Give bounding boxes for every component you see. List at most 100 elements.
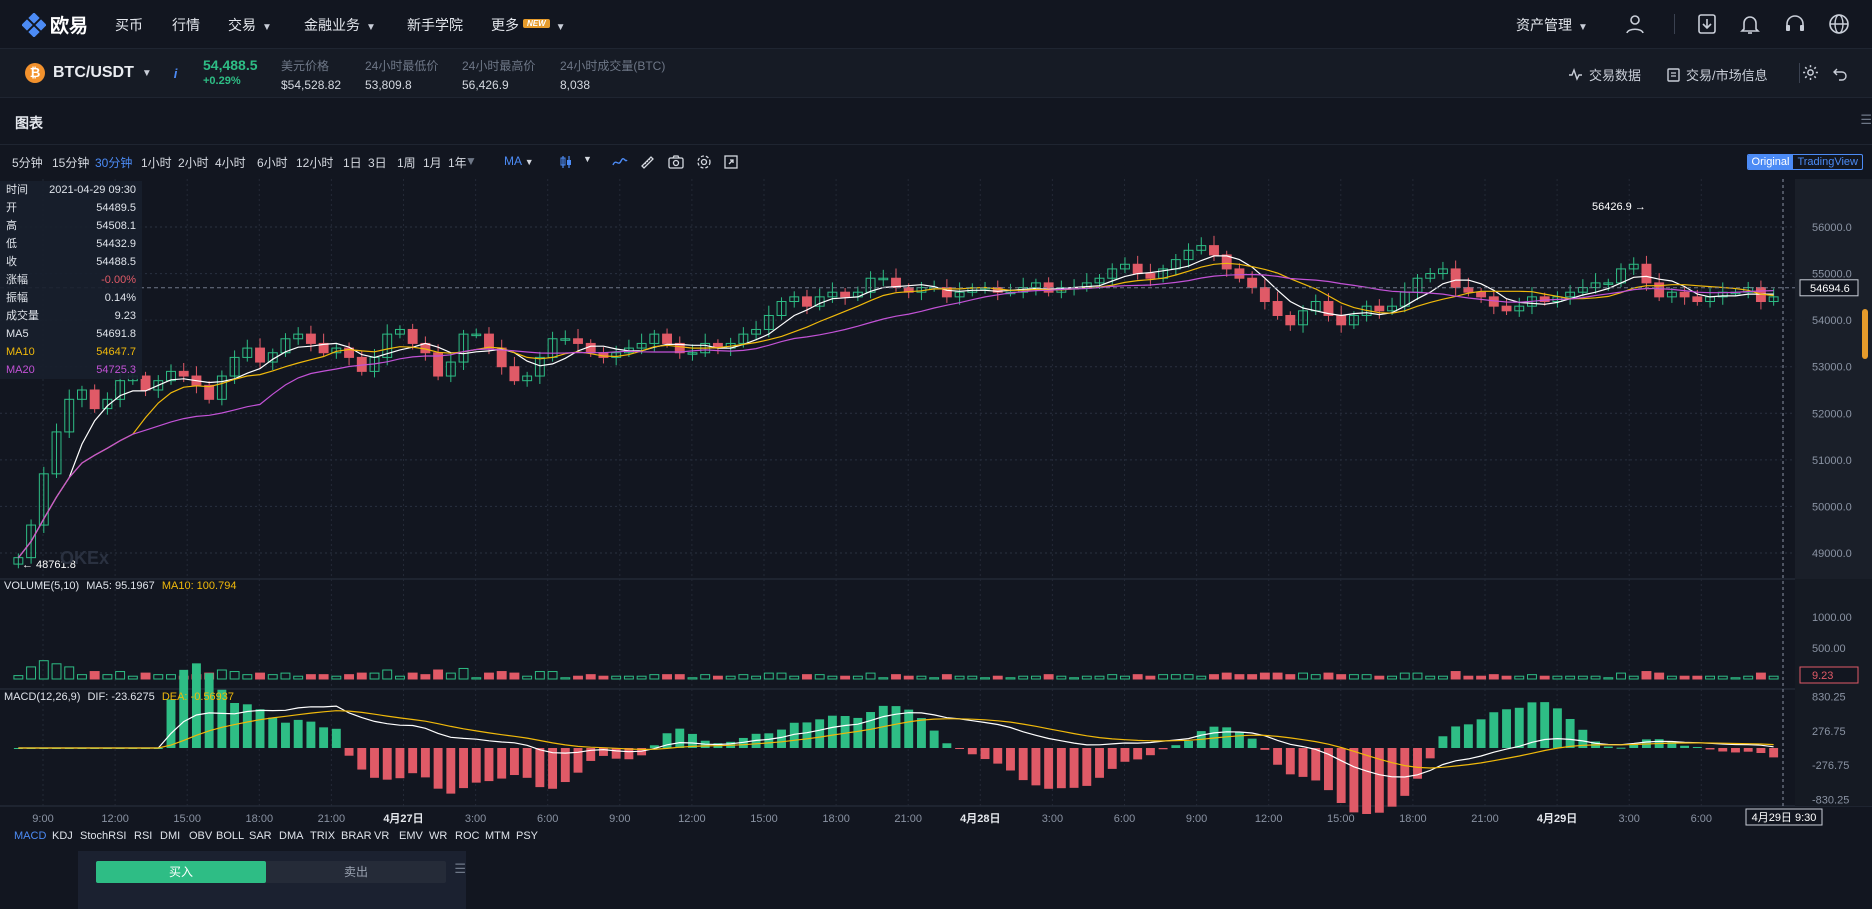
- high-24h-stat: 24小时最高价 56,426.9: [462, 57, 535, 92]
- volume-bar: [1463, 675, 1474, 680]
- user-icon[interactable]: [1624, 13, 1646, 35]
- candle-body: [1679, 291, 1690, 298]
- indicator-tab-macd[interactable]: MACD: [14, 830, 46, 842]
- timeframe-3日[interactable]: 3日: [368, 154, 387, 171]
- okex-logo[interactable]: 欧易: [22, 11, 88, 38]
- indicator-tab-obv[interactable]: OBV: [189, 830, 212, 842]
- nav-trade[interactable]: 交易 ▼: [228, 15, 272, 35]
- settings-gear-icon[interactable]: [1802, 64, 1819, 81]
- indicator-tab-vr[interactable]: VR: [374, 830, 389, 842]
- usd-price-stat: 美元价格 $54,528.82: [281, 57, 341, 92]
- bell-icon[interactable]: [1739, 13, 1761, 35]
- trading-data-link[interactable]: 交易数据: [1568, 65, 1641, 84]
- info-icon[interactable]: i: [174, 66, 178, 81]
- menu-icon[interactable]: ☰: [1860, 112, 1872, 128]
- indicator-tab-rsi[interactable]: RSI: [134, 830, 152, 842]
- volume-bar: [1743, 675, 1754, 680]
- ohlc-row: 时间 2021-04-29 09:30: [0, 181, 142, 199]
- nav-finance[interactable]: 金融业务 ▼: [304, 15, 376, 35]
- trade-panel: 买入 卖出 ☰: [78, 851, 466, 909]
- timeframe-5分钟[interactable]: 5分钟: [12, 154, 43, 171]
- macd-histogram-bar: [204, 673, 214, 748]
- candle-type-icon[interactable]: [559, 155, 573, 169]
- headset-icon[interactable]: [1784, 13, 1806, 35]
- chevron-down-icon[interactable]: ▼: [465, 154, 477, 168]
- timeframe-4小时[interactable]: 4小时: [215, 154, 246, 171]
- chevron-down-icon[interactable]: ▼: [583, 154, 592, 164]
- timeframe-12小时[interactable]: 12小时: [296, 154, 333, 171]
- timeframe-15分钟[interactable]: 15分钟: [52, 154, 89, 171]
- price-chart[interactable]: 56000.0 55000.0 54000.0 53000.0 52000.0 51000…: [0, 179, 1872, 829]
- volume-bar: [1132, 674, 1143, 680]
- indicator-select[interactable]: MA ▼: [504, 154, 534, 168]
- candle-body: [407, 328, 418, 344]
- volume-ma5: MA5: 95.1967: [86, 580, 155, 592]
- macd-histogram-bar: [1260, 748, 1270, 750]
- macd-histogram-bar: [1311, 748, 1321, 781]
- candle-body: [1692, 296, 1703, 303]
- candle-body: [1145, 273, 1156, 279]
- tradingview-button[interactable]: TradingView: [1793, 155, 1862, 169]
- pair-selector[interactable]: ₿ BTC/USDT ▼ i: [25, 63, 177, 83]
- timeframe-6小时[interactable]: 6小时: [257, 154, 288, 171]
- fullscreen-icon[interactable]: [724, 155, 738, 169]
- chart-settings-icon[interactable]: [696, 154, 712, 170]
- undo-icon[interactable]: [1832, 65, 1848, 81]
- indicator-tab-stochrsi[interactable]: StochRSI: [80, 830, 126, 842]
- price-tick-label: 56000.0: [1812, 222, 1852, 234]
- timeframe-1日[interactable]: 1日: [343, 154, 362, 171]
- nav-buy-crypto[interactable]: 买币: [115, 15, 143, 35]
- timeframe-1年[interactable]: 1年: [448, 154, 467, 171]
- globe-icon[interactable]: [1828, 13, 1850, 35]
- indicator-tab-dma[interactable]: DMA: [279, 830, 303, 842]
- indicator-tab-dmi[interactable]: DMI: [160, 830, 180, 842]
- timeframe-1小时[interactable]: 1小时: [141, 154, 172, 171]
- menu-icon[interactable]: ☰: [454, 861, 466, 877]
- volume-bar: [38, 660, 49, 680]
- indicator-tab-roc[interactable]: ROC: [455, 830, 479, 842]
- indicator-tab-wr[interactable]: WR: [429, 830, 447, 842]
- indicator-tab-mtm[interactable]: MTM: [485, 830, 510, 842]
- candle-body: [840, 291, 851, 298]
- indicator-tab-sar[interactable]: SAR: [249, 830, 272, 842]
- line-tool-icon[interactable]: [612, 156, 628, 168]
- timeframe-1月[interactable]: 1月: [423, 154, 442, 171]
- price-tick-label: 54000.0: [1812, 315, 1852, 327]
- buy-tab[interactable]: 买入: [96, 861, 266, 883]
- download-icon[interactable]: [1696, 13, 1718, 35]
- market-info-label: 交易/市场信息: [1686, 68, 1768, 83]
- timeframe-2小时[interactable]: 2小时: [178, 154, 209, 171]
- candle-body: [1259, 287, 1270, 303]
- indicator-tab-emv[interactable]: EMV: [399, 830, 423, 842]
- indicator-tab-brar[interactable]: BRAR: [341, 830, 372, 842]
- macd-histogram-bar: [891, 706, 901, 748]
- indicator-tab-trix[interactable]: TRIX: [310, 830, 335, 842]
- volume-bar: [318, 674, 329, 680]
- macd-histogram-bar: [1082, 748, 1092, 786]
- volume-bar: [1577, 675, 1588, 680]
- original-chart-button[interactable]: Original: [1747, 155, 1794, 169]
- time-tick-label: 12:00: [678, 813, 706, 825]
- volume-bar: [445, 672, 456, 680]
- document-icon: [1667, 67, 1680, 82]
- nav-academy[interactable]: 新手学院: [407, 15, 463, 35]
- timeframe-30分钟[interactable]: 30分钟: [95, 154, 132, 171]
- asset-management-menu[interactable]: 资产管理 ▼: [1516, 15, 1588, 35]
- timeframe-1周[interactable]: 1周: [397, 154, 416, 171]
- market-info-link[interactable]: 交易/市场信息: [1667, 65, 1768, 84]
- time-tick-label: 15:00: [750, 813, 778, 825]
- indicator-tab-kdj[interactable]: KDJ: [52, 830, 73, 842]
- indicator-tab-psy[interactable]: PSY: [516, 830, 538, 842]
- indicator-tab-boll[interactable]: BOLL: [216, 830, 244, 842]
- camera-icon[interactable]: [668, 155, 684, 169]
- nav-more[interactable]: 更多 NEW ▼: [491, 15, 566, 35]
- nav-markets[interactable]: 行情: [172, 15, 200, 35]
- ruler-icon[interactable]: [640, 155, 655, 170]
- ohlc-value: 54691.8: [96, 328, 136, 340]
- macd-histogram-bar: [471, 748, 481, 783]
- macd-histogram-bar: [509, 748, 519, 776]
- volume-bar: [1348, 674, 1359, 680]
- price-tick-label: 52000.0: [1812, 408, 1852, 420]
- ohlc-key: 收: [6, 256, 17, 268]
- sell-tab[interactable]: 卖出: [266, 861, 446, 883]
